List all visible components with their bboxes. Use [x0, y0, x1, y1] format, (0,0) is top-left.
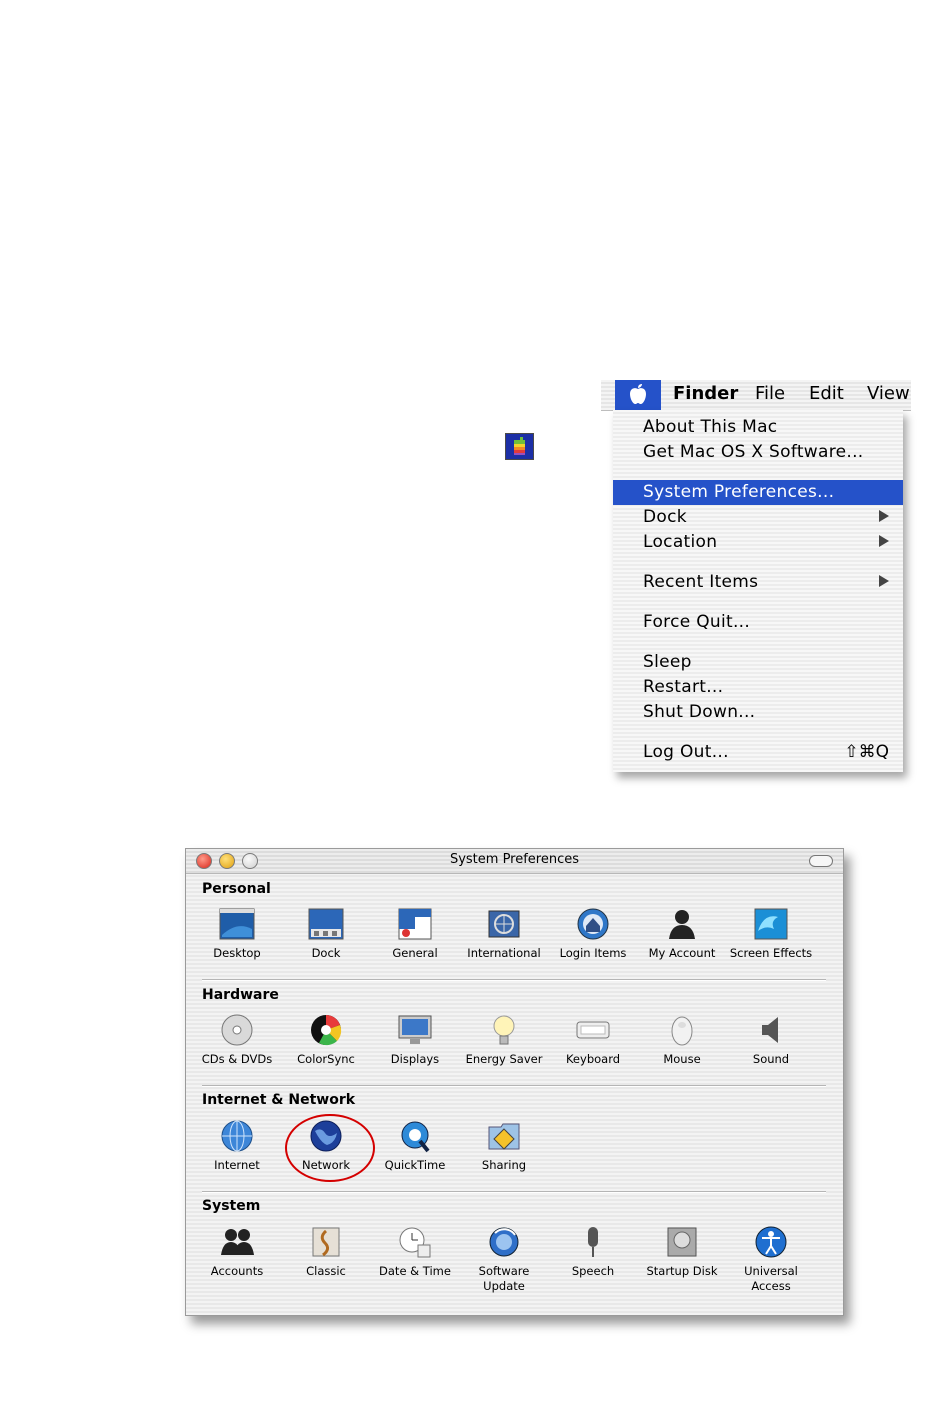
pane-keyboard[interactable]: Keyboard: [550, 1013, 636, 1067]
menubar-view[interactable]: View: [867, 383, 910, 404]
menu-item-get-software[interactable]: Get Mac OS X Software...: [613, 440, 903, 465]
menubar-edit[interactable]: Edit: [809, 383, 844, 404]
submenu-arrow-icon: [879, 510, 889, 522]
pane-quicktime[interactable]: QuickTime: [372, 1119, 458, 1173]
software-update-icon: [485, 1225, 523, 1259]
international-icon: [485, 907, 523, 941]
dock-icon: [307, 907, 345, 941]
pane-login-items[interactable]: Login Items: [550, 907, 636, 961]
pane-sharing[interactable]: Sharing: [461, 1119, 547, 1173]
pane-date-time[interactable]: Date & Time: [372, 1225, 458, 1279]
startup-disk-icon: [663, 1225, 701, 1259]
pane-dock[interactable]: Dock: [283, 907, 369, 961]
keyboard-icon: [574, 1013, 612, 1047]
menubar-finder[interactable]: Finder: [673, 383, 738, 404]
menu-item-location[interactable]: Location: [613, 530, 903, 555]
classic-icon: [307, 1225, 345, 1259]
menu-item-about-this-mac[interactable]: About This Mac: [613, 415, 903, 440]
quicktime-icon: [396, 1119, 434, 1153]
window-titlebar: System Preferences: [186, 849, 843, 874]
pane-energy-saver[interactable]: Energy Saver: [461, 1013, 547, 1067]
pane-desktop[interactable]: Desktop: [194, 907, 280, 961]
pane-software-update[interactable]: Software Update: [461, 1225, 547, 1294]
displays-icon: [396, 1013, 434, 1047]
lightbulb-icon: [485, 1013, 523, 1047]
clock-icon: [396, 1225, 434, 1259]
section-title-personal: Personal: [202, 881, 271, 897]
menubar-file[interactable]: File: [755, 383, 785, 404]
apple-menu-screenshot: Finder File Edit View About This Mac Get…: [601, 380, 911, 780]
screen-effects-icon: [752, 907, 790, 941]
internet-globe-icon: [218, 1119, 256, 1153]
section-title-hardware: Hardware: [202, 987, 279, 1003]
my-account-icon: [663, 907, 701, 941]
pane-accounts[interactable]: Accounts: [194, 1225, 280, 1279]
window-title: System Preferences: [449, 852, 580, 867]
menu-item-shut-down[interactable]: Shut Down...: [613, 700, 903, 725]
cd-icon: [218, 1013, 256, 1047]
universal-access-icon: [752, 1225, 790, 1259]
pane-colorsync[interactable]: ColorSync: [283, 1013, 369, 1067]
pane-internet[interactable]: Internet: [194, 1119, 280, 1173]
microphone-icon: [574, 1225, 612, 1259]
apple-logo-icon: [505, 433, 534, 460]
colorsync-icon: [307, 1013, 345, 1047]
apple-menu-button[interactable]: [615, 380, 661, 410]
pane-classic[interactable]: Classic: [283, 1225, 369, 1279]
pane-sound[interactable]: Sound: [728, 1013, 814, 1067]
pane-universal-access[interactable]: Universal Access: [728, 1225, 814, 1294]
pane-international[interactable]: International: [461, 907, 547, 961]
pane-speech[interactable]: Speech: [550, 1225, 636, 1279]
accounts-icon: [218, 1225, 256, 1259]
general-icon: [396, 907, 434, 941]
network-highlight-circle: [285, 1114, 375, 1182]
system-preferences-window: System Preferences Personal Desktop Dock…: [185, 848, 844, 1316]
apple-menu-dropdown: About This Mac Get Mac OS X Software... …: [613, 410, 903, 772]
menu-item-restart[interactable]: Restart...: [613, 675, 903, 700]
menu-item-dock[interactable]: Dock: [613, 505, 903, 530]
pane-cds-dvds[interactable]: CDs & DVDs: [194, 1013, 280, 1067]
menu-bar: Finder File Edit View: [601, 380, 911, 411]
submenu-arrow-icon: [879, 535, 889, 547]
desktop-icon: [218, 907, 256, 941]
pane-displays[interactable]: Displays: [372, 1013, 458, 1067]
pane-general[interactable]: General: [372, 907, 458, 961]
menu-item-log-out[interactable]: Log Out... ⇧⌘Q: [613, 740, 903, 765]
section-title-system: System: [202, 1198, 261, 1214]
pane-screen-effects[interactable]: Screen Effects: [728, 907, 814, 961]
sharing-folder-icon: [485, 1119, 523, 1153]
pane-my-account[interactable]: My Account: [639, 907, 725, 961]
menu-item-recent-items[interactable]: Recent Items: [613, 570, 903, 595]
menu-item-sleep[interactable]: Sleep: [613, 650, 903, 675]
section-title-internet-network: Internet & Network: [202, 1092, 356, 1108]
pane-mouse[interactable]: Mouse: [639, 1013, 725, 1067]
section-divider: [202, 1191, 826, 1193]
section-divider: [202, 1085, 826, 1087]
submenu-arrow-icon: [879, 575, 889, 587]
speaker-icon: [752, 1013, 790, 1047]
menu-item-system-preferences[interactable]: System Preferences...: [613, 480, 903, 505]
login-items-icon: [574, 907, 612, 941]
menu-item-force-quit[interactable]: Force Quit...: [613, 610, 903, 635]
pane-startup-disk[interactable]: Startup Disk: [639, 1225, 725, 1279]
mouse-icon: [663, 1013, 701, 1047]
section-divider: [202, 979, 826, 981]
apple-icon: [630, 384, 646, 404]
toolbar-toggle-button[interactable]: [809, 855, 833, 867]
shortcut-label: ⇧⌘Q: [844, 742, 889, 762]
